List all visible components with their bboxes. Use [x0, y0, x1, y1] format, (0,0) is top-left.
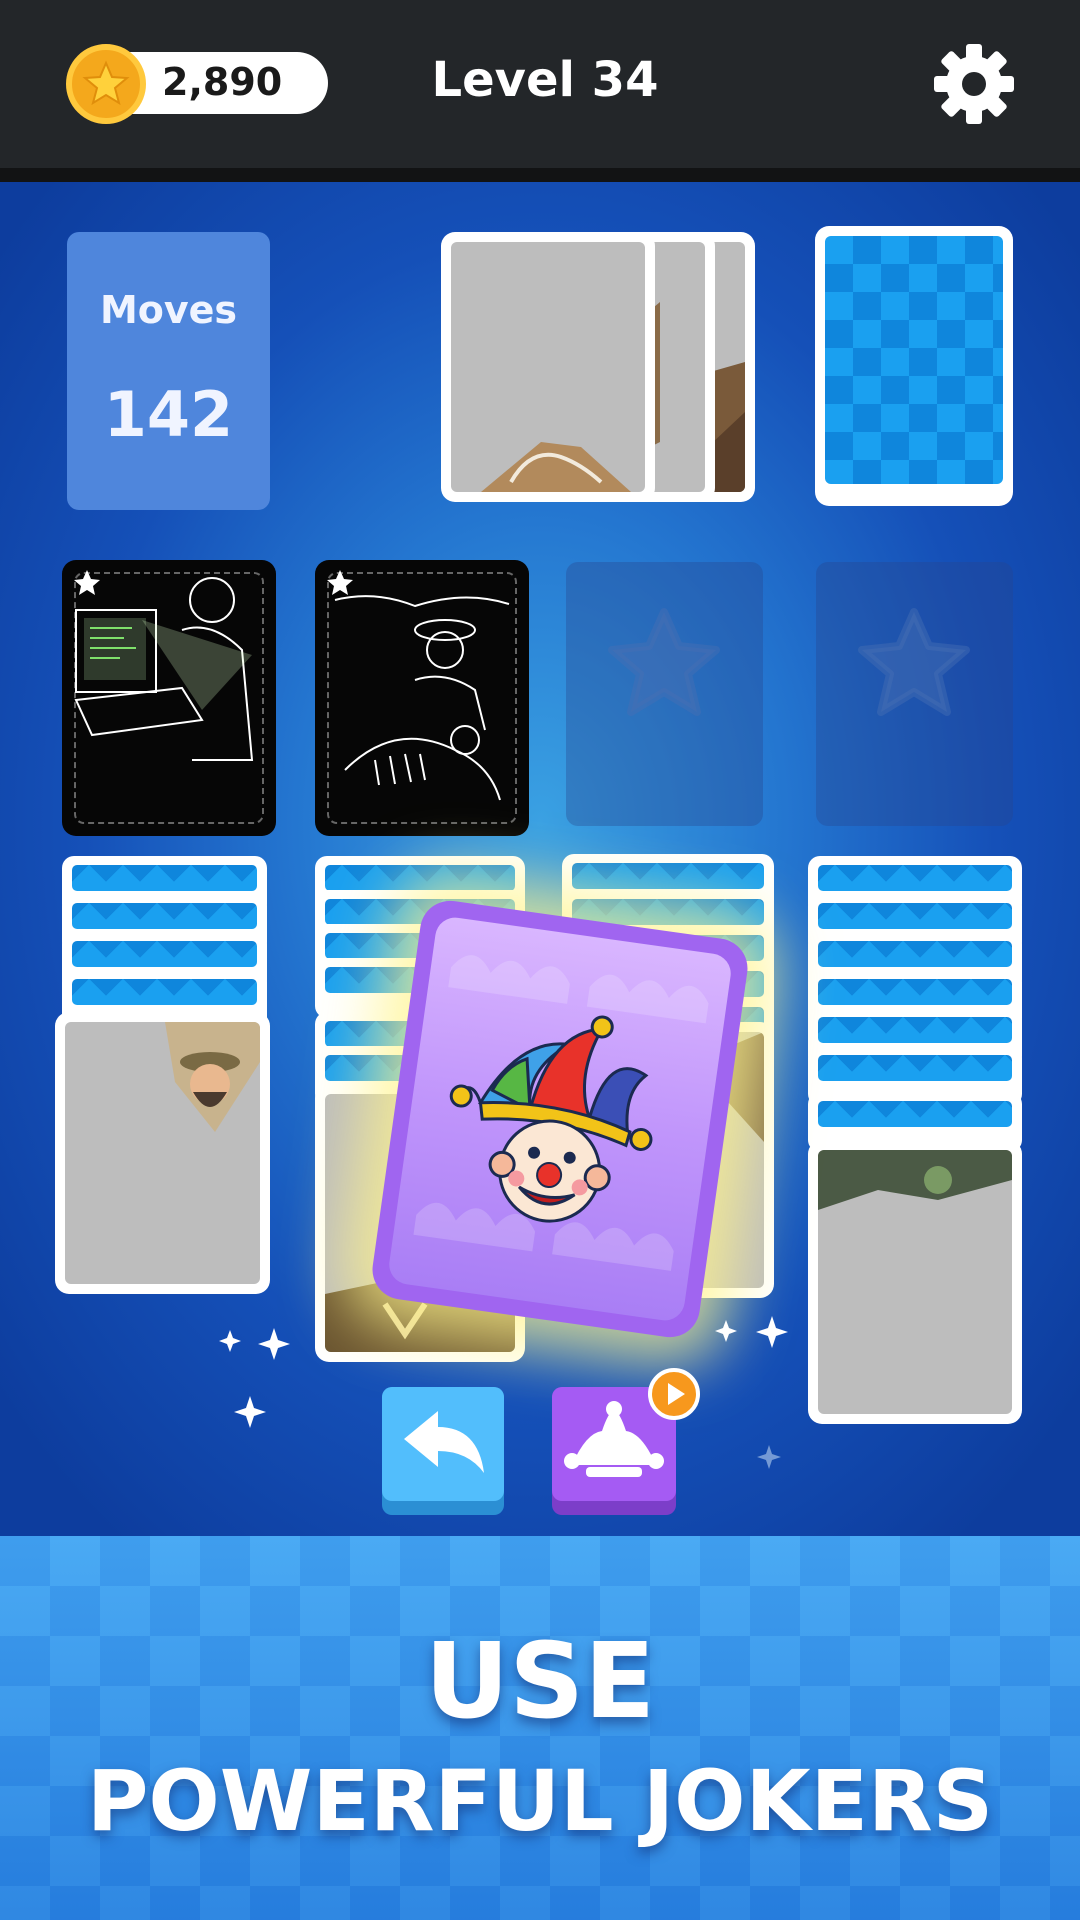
- foundation-computer-user: [62, 560, 276, 836]
- star-icon: [858, 608, 970, 716]
- tableau-card-face-up[interactable]: [808, 1140, 1022, 1424]
- level-title: Level 34: [431, 52, 659, 108]
- joker-card[interactable]: [368, 896, 752, 1342]
- star-icon: [74, 570, 100, 595]
- tableau-card-face-up[interactable]: [55, 1012, 270, 1294]
- moves-value: 142: [103, 378, 234, 451]
- stock-pile[interactable]: [815, 226, 1013, 494]
- moves-counter: Moves 142: [67, 232, 270, 510]
- sparkle-icon: [757, 1445, 781, 1469]
- foundation-empty-slot[interactable]: [816, 562, 1013, 826]
- sparkle-icon: [715, 1316, 788, 1348]
- star-coin-icon: [66, 44, 146, 124]
- coin-count: 2,890: [162, 60, 283, 104]
- play-video-icon[interactable]: [648, 1368, 700, 1420]
- moves-label: Moves: [99, 288, 238, 332]
- undo-arrow-icon: [404, 1411, 484, 1473]
- top-bar-edge: [0, 168, 1080, 182]
- banner-headline-line2: POWERFUL JOKERS: [86, 1752, 994, 1850]
- star-icon: [608, 608, 720, 716]
- sparkle-icon: [219, 1328, 290, 1428]
- banner-headline-line1: USE: [424, 1620, 656, 1742]
- foundation-paleontologist: [315, 560, 529, 836]
- gear-icon[interactable]: [930, 40, 1018, 128]
- star-icon: [327, 570, 353, 595]
- waste-card-top[interactable]: [441, 232, 655, 502]
- foundation-empty-slot[interactable]: [566, 562, 763, 826]
- jester-clown-icon: [449, 1015, 653, 1223]
- undo-button[interactable]: [382, 1387, 504, 1515]
